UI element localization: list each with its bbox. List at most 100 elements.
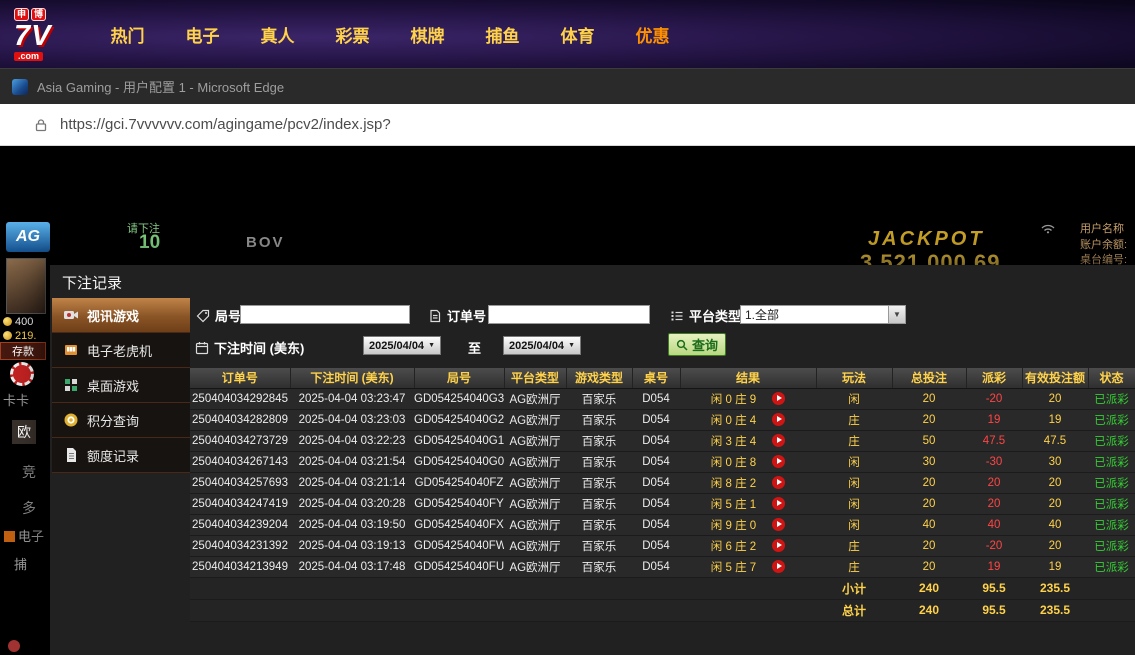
site-logo[interactable]: 申 博 7V .com [14, 7, 80, 61]
cell-bet: 20 [892, 493, 966, 515]
cell-table: D054 [632, 535, 680, 557]
cell-round: GD054254040FW [414, 535, 504, 557]
bet-time-label: 下注时间 (美东) [195, 338, 304, 357]
date-to-picker[interactable]: 2025/04/04 ▼ [503, 336, 581, 355]
lock-icon[interactable] [34, 118, 48, 132]
result-text: 闲 6 庄 2 [710, 540, 757, 553]
cell-result: 闲 0 庄 4 [680, 409, 816, 431]
search-button[interactable]: 查询 [668, 333, 727, 356]
cell-status: 已派彩 [1088, 430, 1135, 452]
nav-item-slots[interactable]: 电子 [165, 22, 240, 47]
cell-game: 百家乐 [566, 556, 632, 578]
username-label: 用户名称 [1080, 223, 1124, 235]
cell-play: 闲 [816, 388, 892, 410]
cell-game: 百家乐 [566, 409, 632, 431]
bet-records-panel: 下注记录 视讯游戏 电子老虎机 桌面游戏 积分查询 额度记录 局号 订单号 平台… [50, 265, 1135, 655]
date-to-label: 至 [468, 341, 482, 356]
window-title: Asia Gaming - 用户配置 1 - Microsoft Edge [37, 80, 285, 95]
cell-bet: 50 [892, 430, 966, 452]
cell-bet: 20 [892, 556, 966, 578]
jackpot-label: JACKPOT [868, 228, 985, 250]
replay-play-icon[interactable] [772, 475, 786, 489]
browser-titlebar: Asia Gaming - 用户配置 1 - Microsoft Edge [0, 68, 1135, 104]
cell-platform: AG欧洲厅 [504, 430, 566, 452]
replay-play-icon[interactable] [772, 454, 786, 468]
cell-game: 百家乐 [566, 535, 632, 557]
nav-item-sports[interactable]: 体育 [540, 22, 615, 47]
cell-play: 庄 [816, 535, 892, 557]
col-game: 游戏类型 [566, 368, 633, 389]
sidebar-item-slots[interactable]: 电子老虎机 [52, 333, 190, 368]
table-row: 250404034282809 2025-04-04 03:23:03 GD0542… [190, 409, 1135, 431]
cell-valid: 20 [1022, 535, 1088, 557]
cell-bet: 20 [892, 535, 966, 557]
cell-table: D054 [632, 409, 680, 431]
replay-play-icon[interactable] [772, 433, 786, 447]
cell-play: 庄 [816, 409, 892, 431]
list-icon [670, 309, 684, 323]
result-text: 闲 3 庄 4 [710, 435, 757, 448]
nav-item-live[interactable]: 真人 [240, 22, 315, 47]
col-order: 订单号 [190, 368, 291, 389]
replay-play-icon[interactable] [772, 412, 786, 426]
nav-item-lottery[interactable]: 彩票 [315, 22, 390, 47]
replay-play-icon[interactable] [772, 391, 786, 405]
panel-title: 下注记录 [62, 275, 123, 292]
nav-item-fishing[interactable]: 捕鱼 [465, 22, 540, 47]
chevron-down-icon[interactable]: ▼ [888, 306, 905, 323]
address-bar[interactable]: https://gci.7vvvvvv.com/agingame/pcv2/in… [0, 104, 1135, 146]
subtotal-valid: 235.5 [1022, 577, 1088, 600]
calendar-icon [195, 341, 209, 355]
cell-valid: 19 [1022, 556, 1088, 578]
table-row: 250404034267143 2025-04-04 03:21:54 GD0542… [190, 451, 1135, 473]
cell-order: 250404034231392 [190, 535, 290, 557]
round-number-input[interactable] [240, 305, 410, 324]
cell-valid: 20 [1022, 472, 1088, 494]
replay-play-icon[interactable] [772, 496, 786, 510]
table-games-icon [63, 377, 79, 393]
coin-icon [3, 331, 12, 340]
sidebar-item-live-games[interactable]: 视讯游戏 [52, 298, 190, 333]
chevron-down-icon: ▼ [428, 342, 435, 349]
cell-round: GD054254040G0 [414, 451, 504, 473]
cell-round: GD054254040FZ [414, 472, 504, 494]
nav-item-cards[interactable]: 棋牌 [390, 22, 465, 47]
document-icon [63, 447, 79, 463]
cell-game: 百家乐 [566, 451, 632, 473]
replay-play-icon[interactable] [772, 517, 786, 531]
cell-play: 闲 [816, 493, 892, 515]
col-play: 玩法 [816, 368, 893, 389]
slots-mini-icon [4, 531, 15, 542]
cell-time: 2025-04-04 03:19:13 [290, 535, 414, 557]
col-status: 状态 [1088, 368, 1135, 389]
cell-payout: -30 [966, 451, 1022, 473]
replay-play-icon[interactable] [772, 538, 786, 552]
date-from-picker[interactable]: 2025/04/04 ▼ [363, 336, 441, 355]
cell-bet: 30 [892, 451, 966, 473]
platform-type-select[interactable]: 1.全部 ▼ [740, 305, 906, 324]
order-number-input[interactable] [488, 305, 650, 324]
replay-play-icon[interactable] [772, 559, 786, 573]
col-payout: 派彩 [966, 368, 1023, 389]
table-row: 250404034239204 2025-04-04 03:19:50 GD0542… [190, 514, 1135, 536]
subtotal-payout: 95.5 [966, 577, 1022, 600]
col-table: 桌号 [632, 368, 681, 389]
cell-time: 2025-04-04 03:19:50 [290, 514, 414, 536]
total-row: 总计 240 95.5 235.5 [190, 599, 1135, 622]
dianzi-label: 电子 [4, 526, 44, 545]
sidebar-item-table-games[interactable]: 桌面游戏 [52, 368, 190, 403]
wifi-icon [1040, 220, 1056, 234]
cell-status: 已派彩 [1088, 451, 1135, 473]
cell-play: 闲 [816, 514, 892, 536]
deposit-button: 存款 [0, 342, 46, 360]
nav-item-promo[interactable]: 优惠 [615, 22, 690, 47]
sidebar-item-points[interactable]: 积分查询 [52, 403, 190, 438]
subtotal-bet: 240 [892, 577, 966, 600]
sidebar-item-credit-records[interactable]: 额度记录 [52, 438, 190, 473]
cell-platform: AG欧洲厅 [504, 388, 566, 410]
result-text: 闲 0 庄 4 [710, 414, 757, 427]
total-valid: 235.5 [1022, 599, 1088, 622]
url-text[interactable]: https://gci.7vvvvvv.com/agingame/pcv2/in… [60, 116, 391, 133]
balance-amount: 400 [3, 316, 33, 328]
nav-item-hot[interactable]: 热门 [90, 22, 165, 47]
